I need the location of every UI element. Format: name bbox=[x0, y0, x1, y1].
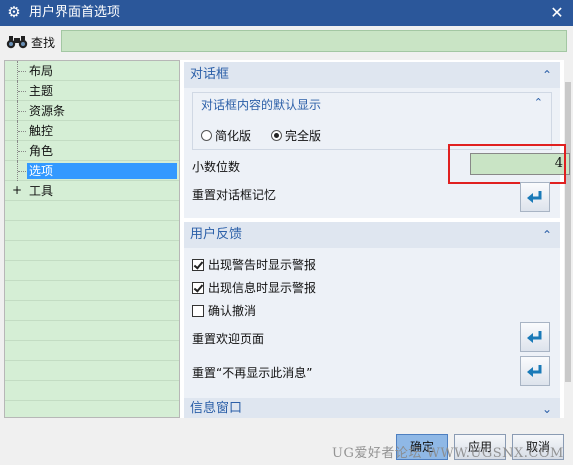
check-confirm-undo[interactable]: 确认撤消 bbox=[192, 302, 256, 319]
tree-connector bbox=[18, 151, 26, 153]
tree-item-touch[interactable]: 触控 bbox=[5, 121, 179, 141]
check-info-alert[interactable]: 出现信息时显示警报 bbox=[192, 279, 316, 296]
tree-item-label: 工具 bbox=[29, 184, 54, 198]
chevron-up-icon[interactable]: ⌃ bbox=[542, 62, 552, 88]
section-title: 信息窗口 bbox=[190, 401, 243, 416]
subgroup-title: 对话框内容的默认显示 bbox=[201, 98, 322, 112]
return-arrow-icon bbox=[527, 365, 542, 377]
reset-dont-show-label: 重置“不再显示此消息” bbox=[192, 366, 313, 380]
tree-item-layout[interactable]: 布局 bbox=[5, 61, 179, 81]
tree-item-label: 选项 bbox=[27, 163, 177, 179]
section-header-dialog[interactable]: 对话框 ⌃ bbox=[184, 62, 560, 88]
checkbox bbox=[192, 304, 204, 317]
section-header-info-window[interactable]: 信息窗口 ⌄ bbox=[184, 398, 560, 418]
watermark: UG爱好者论坛 WWW.UGSNX.COM bbox=[332, 446, 564, 461]
search-label: 查找 bbox=[31, 36, 56, 50]
tree-item-label: 资源条 bbox=[29, 104, 66, 118]
tree-item-label: 布局 bbox=[29, 64, 54, 78]
reset-welcome-button[interactable] bbox=[520, 322, 550, 352]
radio-circle bbox=[201, 130, 212, 141]
scrollbar-thumb[interactable] bbox=[565, 82, 571, 382]
section-header-feedback[interactable]: 用户反馈 ⌃ bbox=[184, 222, 560, 248]
tree-connector bbox=[18, 171, 26, 173]
checkbox-label: 出现警告时显示警报 bbox=[208, 258, 317, 272]
tree-connector bbox=[18, 91, 26, 93]
close-button[interactable]: ✕ bbox=[541, 0, 573, 26]
title-bar: ⚙ 用户界面首选项 ✕ bbox=[0, 0, 573, 26]
window-title: 用户界面首选项 bbox=[29, 5, 121, 20]
tree-connector bbox=[18, 111, 26, 113]
search-bar: 查找 bbox=[0, 26, 573, 60]
tree-item-resource-bar[interactable]: 资源条 bbox=[5, 101, 179, 121]
checkbox-label: 确认撤消 bbox=[208, 304, 257, 318]
return-arrow-icon bbox=[527, 331, 542, 343]
chevron-up-icon[interactable]: ⌃ bbox=[534, 96, 543, 109]
return-arrow-icon bbox=[527, 191, 542, 203]
reset-dialog-memory-label: 重置对话框记忆 bbox=[192, 188, 277, 202]
tree-item-role[interactable]: 角色 bbox=[5, 141, 179, 161]
default-display-group: 对话框内容的默认显示 ⌃ 简化版 完全版 bbox=[192, 92, 552, 150]
tree-item-theme[interactable]: 主题 bbox=[5, 81, 179, 101]
tree-item-label: 主题 bbox=[29, 84, 54, 98]
section-title: 对话框 bbox=[190, 67, 230, 82]
tree-item-tools[interactable]: + 工具 bbox=[5, 181, 179, 201]
tree-item-options[interactable]: 选项 bbox=[5, 161, 179, 181]
reset-dialog-memory-button[interactable] bbox=[520, 182, 550, 212]
scrollbar[interactable] bbox=[564, 60, 572, 418]
search-input[interactable] bbox=[61, 30, 567, 52]
reset-dont-show-button[interactable] bbox=[520, 356, 550, 386]
gear-icon: ⚙ bbox=[7, 3, 21, 21]
radio-label: 简化版 bbox=[215, 129, 252, 143]
decimal-places-label: 小数位数 bbox=[192, 160, 241, 174]
tree-item-label: 角色 bbox=[29, 144, 54, 158]
section-title: 用户反馈 bbox=[190, 227, 243, 242]
checkbox-label: 出现信息时显示警报 bbox=[208, 281, 317, 295]
section-body-feedback: 出现警告时显示警报 出现信息时显示警报 确认撤消 重置欢迎页面 重置“不再显示此… bbox=[184, 248, 560, 398]
reset-welcome-label: 重置欢迎页面 bbox=[192, 332, 265, 346]
tree-connector bbox=[18, 71, 26, 73]
chevron-down-icon[interactable]: ⌄ bbox=[542, 398, 552, 418]
check-warning-alert[interactable]: 出现警告时显示警报 bbox=[192, 256, 316, 273]
checkbox bbox=[192, 281, 204, 294]
radio-simplified[interactable]: 简化版 bbox=[201, 127, 251, 144]
radio-label: 完全版 bbox=[285, 129, 322, 143]
section-body-dialog: 对话框内容的默认显示 ⌃ 简化版 完全版 小数位数 4 重置对话框记忆 bbox=[184, 88, 570, 218]
highlight-frame bbox=[448, 144, 566, 184]
binoculars-icon bbox=[6, 36, 28, 49]
checkbox bbox=[192, 258, 204, 271]
options-panel: 对话框 ⌃ 对话框内容的默认显示 ⌃ 简化版 完全版 小数位数 4 重置对话框记… bbox=[180, 60, 572, 418]
category-tree[interactable]: 布局 主题 资源条 触控 角色 选项 + 工具 bbox=[4, 60, 180, 418]
expand-icon[interactable]: + bbox=[10, 183, 24, 197]
chevron-up-icon[interactable]: ⌃ bbox=[542, 222, 552, 248]
tree-connector bbox=[18, 131, 26, 133]
radio-circle bbox=[271, 130, 282, 141]
radio-full[interactable]: 完全版 bbox=[271, 127, 321, 144]
tree-item-label: 触控 bbox=[29, 124, 54, 138]
